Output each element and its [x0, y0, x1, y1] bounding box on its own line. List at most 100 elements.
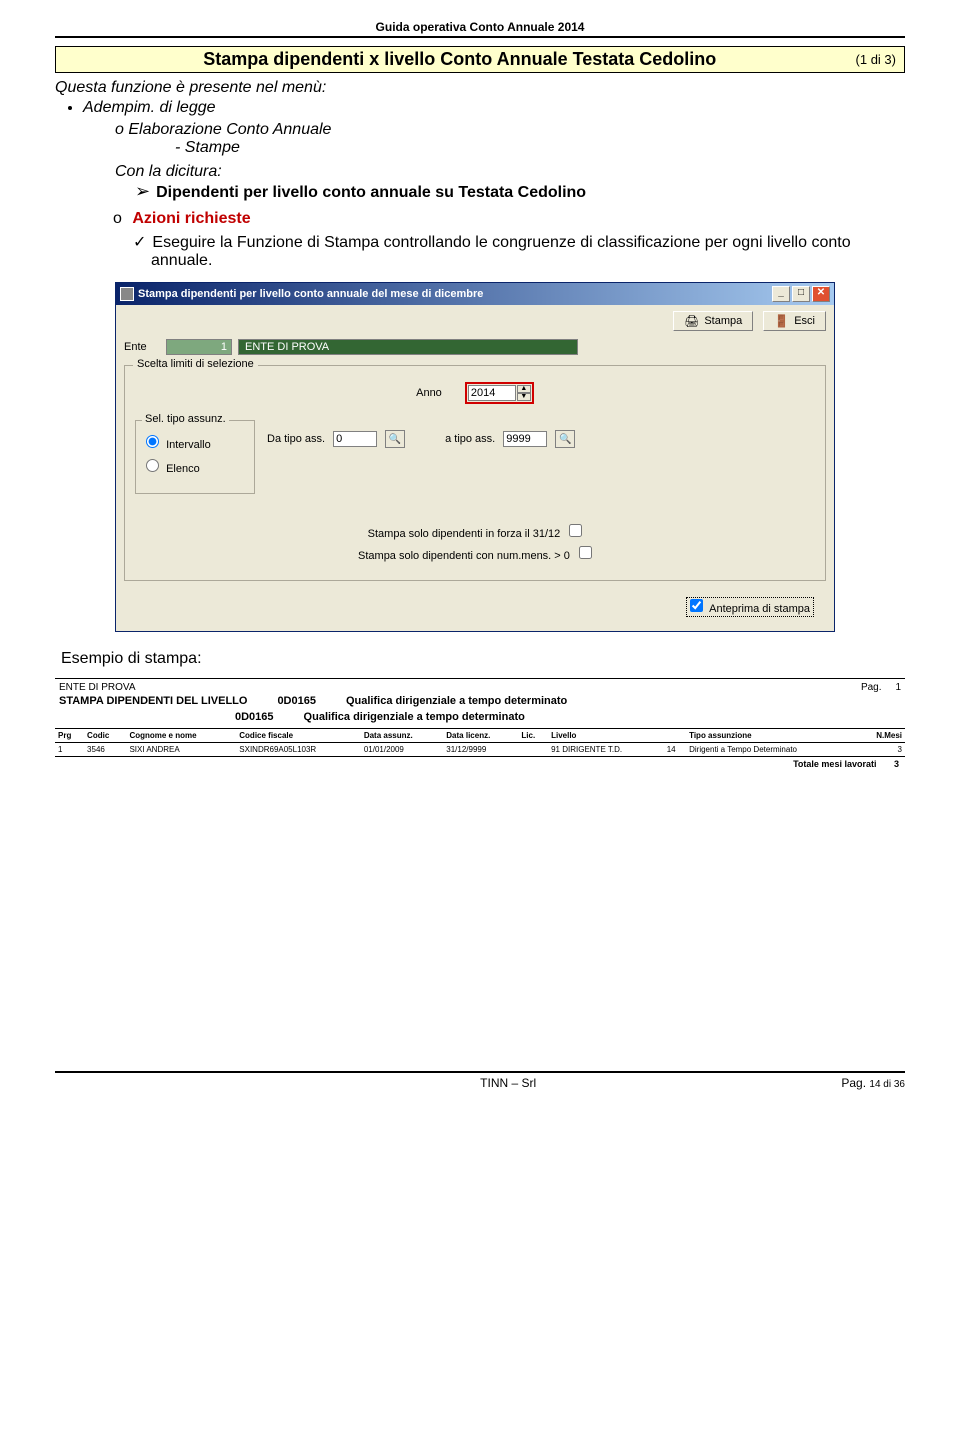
- lookup-da-button[interactable]: 🔍: [385, 430, 405, 448]
- maximize-button[interactable]: □: [792, 286, 810, 302]
- check-icon: ✓: [133, 234, 146, 251]
- cell-tipo: Dirigenti a Tempo Determinato: [686, 743, 857, 757]
- rep-sub-code: 0D0165: [235, 711, 274, 723]
- rep-pag-num: 1: [895, 682, 901, 693]
- group-limiti-label: Scelta limiti di selezione: [133, 358, 258, 370]
- col-mesi: N.Mesi: [857, 729, 905, 743]
- rep-title-code: 0D0165: [277, 695, 316, 707]
- anno-label: Anno: [416, 387, 442, 399]
- rep-total-label: Totale mesi lavorati: [793, 759, 876, 769]
- section-title: Stampa dipendenti x livello Conto Annual…: [64, 49, 856, 70]
- footer-center: TINN – Srl: [175, 1076, 841, 1090]
- da-tipo-input[interactable]: [333, 431, 377, 447]
- col-tipo: Tipo assunzione: [686, 729, 857, 743]
- esempio-label: Esempio di stampa:: [55, 650, 905, 668]
- col-lic: Lic.: [518, 729, 548, 743]
- radio-elenco[interactable]: [146, 459, 159, 472]
- print-preview: ENTE DI PROVA Pag. 1 STAMPA DIPENDENTI D…: [55, 678, 905, 771]
- col-nome: Cognome e nome: [126, 729, 236, 743]
- rep-title-label: STAMPA DIPENDENTI DEL LIVELLO: [59, 695, 247, 707]
- chk-num-mens[interactable]: [579, 546, 592, 559]
- cell-mesi: 3: [857, 743, 905, 757]
- section-title-bar: Stampa dipendenti x livello Conto Annual…: [55, 46, 905, 73]
- azioni-item: ✓ Eseguire la Funzione di Stampa controll…: [55, 232, 905, 270]
- section-page-indicator: (1 di 3): [856, 52, 896, 67]
- dialog-window: Stampa dipendenti per livello conto annu…: [115, 282, 835, 632]
- cell-tipnum: 14: [664, 743, 686, 757]
- anno-spinner[interactable]: ▲ ▼: [465, 382, 534, 404]
- cell-dlic: 31/12/9999: [443, 743, 518, 757]
- col-codic: Codic: [84, 729, 126, 743]
- dicitura-label: Con la dicitura:: [55, 163, 905, 181]
- esci-button[interactable]: 🚪 Esci: [763, 311, 826, 331]
- footer-pag-label: Pag.: [841, 1076, 866, 1090]
- da-tipo-label: Da tipo ass.: [267, 433, 325, 445]
- anteprima-wrap[interactable]: Anteprima di stampa: [686, 597, 814, 617]
- radio-intervallo-label: Intervallo: [166, 439, 211, 451]
- doc-footer: TINN – Srl Pag. 14 di 36: [55, 1071, 905, 1090]
- azioni-label: Azioni richieste: [132, 210, 250, 227]
- menu-level2: o Elaborazione Conto Annuale: [55, 121, 905, 139]
- chk-anteprima[interactable]: [690, 599, 703, 612]
- ente-row: Ente 1 ENTE DI PROVA: [124, 339, 826, 355]
- ente-label: Ente: [124, 341, 160, 353]
- binoculars-icon: 🔍: [559, 434, 571, 445]
- footer-pag-val: 14 di 36: [869, 1079, 905, 1090]
- cell-lic: [518, 743, 548, 757]
- anteprima-label: Anteprima di stampa: [709, 603, 810, 615]
- rep-sub-desc: Qualifica dirigenziale a tempo determina…: [304, 711, 525, 723]
- cell-liv: 91 DIRIGENTE T.D.: [548, 743, 664, 757]
- printer-icon: 🖨: [684, 314, 699, 328]
- binoculars-icon: 🔍: [389, 434, 401, 445]
- table-row: 1 3546 SIXI ANDREA SXINDR69A05L103R 01/0…: [55, 743, 905, 757]
- chk1-label: Stampa solo dipendenti in forza il 31/12: [368, 528, 561, 540]
- a-tipo-input[interactable]: [503, 431, 547, 447]
- exit-icon: 🚪: [774, 314, 789, 328]
- anno-input[interactable]: [468, 385, 516, 401]
- rep-ente: ENTE DI PROVA: [59, 682, 136, 693]
- col-liv: Livello: [548, 729, 664, 743]
- cell-dass: 01/01/2009: [361, 743, 443, 757]
- rep-title-desc: Qualifica dirigenziale a tempo determina…: [346, 695, 567, 707]
- table-header-row: Prg Codic Cognome e nome Codice fiscale …: [55, 729, 905, 743]
- ente-name-field: ENTE DI PROVA: [238, 339, 578, 355]
- spin-down-icon[interactable]: ▼: [517, 393, 531, 401]
- spin-up-icon[interactable]: ▲: [517, 385, 531, 393]
- stampa-button[interactable]: 🖨 Stampa: [673, 311, 753, 331]
- menu-level3: - Stampe: [55, 139, 905, 157]
- group-limiti: Scelta limiti di selezione Anno ▲ ▼ Sel.…: [124, 365, 826, 581]
- menu-level1: Adempim. di legge: [83, 99, 905, 117]
- radio-intervallo[interactable]: [146, 435, 159, 448]
- lookup-a-button[interactable]: 🔍: [555, 430, 575, 448]
- cell-nome: SIXI ANDREA: [126, 743, 236, 757]
- azioni-text: Eseguire la Funzione di Stampa controlla…: [151, 234, 851, 269]
- esci-label: Esci: [794, 315, 815, 327]
- anno-row: Anno ▲ ▼: [135, 382, 815, 404]
- dicitura-text: Dipendenti per livello conto annuale su …: [156, 184, 586, 201]
- a-tipo-label: a tipo ass.: [445, 433, 495, 445]
- bullet-o: o: [113, 210, 122, 227]
- arrow-icon: ➢: [135, 181, 150, 201]
- cell-cf: SXINDR69A05L103R: [236, 743, 361, 757]
- col-cf: Codice fiscale: [236, 729, 361, 743]
- dialog-titlebar[interactable]: Stampa dipendenti per livello conto annu…: [116, 283, 834, 305]
- dialog-title: Stampa dipendenti per livello conto annu…: [138, 288, 772, 300]
- col-prg: Prg: [55, 729, 84, 743]
- cell-prg: 1: [55, 743, 84, 757]
- col-dass: Data assunz.: [361, 729, 443, 743]
- stampa-label: Stampa: [704, 315, 742, 327]
- app-icon: [120, 287, 134, 301]
- intro-text: Questa funzione è presente nel menù:: [55, 79, 905, 97]
- azioni-heading: o Azioni richieste: [55, 210, 905, 228]
- ente-code-field[interactable]: 1: [166, 339, 232, 355]
- seltipo-label: Sel. tipo assunz.: [142, 413, 229, 425]
- cell-cod: 3546: [84, 743, 126, 757]
- close-button[interactable]: ✕: [812, 286, 830, 302]
- rep-table: Prg Codic Cognome e nome Codice fiscale …: [55, 728, 905, 757]
- chk-forza-3112[interactable]: [569, 524, 582, 537]
- group-seltipo: Sel. tipo assunz. Intervallo Elenco: [135, 420, 255, 494]
- rep-pag-label: Pag.: [861, 682, 882, 693]
- minimize-button[interactable]: _: [772, 286, 790, 302]
- doc-header: Guida operativa Conto Annuale 2014: [55, 20, 905, 38]
- dicitura-item: ➢ Dipendenti per livello conto annuale su…: [55, 181, 905, 202]
